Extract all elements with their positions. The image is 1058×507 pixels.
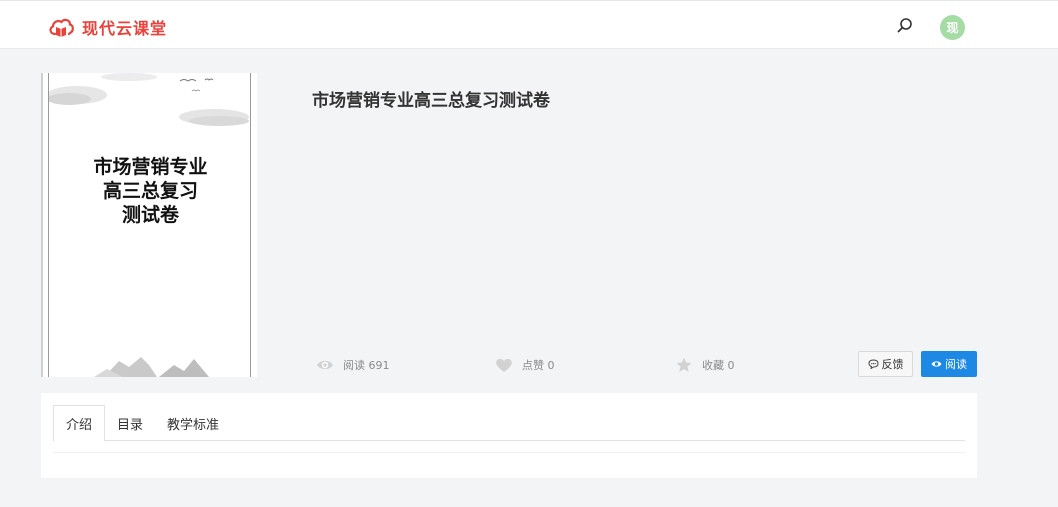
- cover-title-line: 市场营销专业: [93, 156, 208, 178]
- document-title: 市场营销专业高三总复习测试卷: [312, 91, 550, 111]
- like-count[interactable]: 点赞 0: [495, 356, 555, 374]
- eye-icon: [317, 360, 333, 370]
- cover-page: 市场营销专业 高三总复习 测试卷: [48, 73, 251, 377]
- favorite-count[interactable]: 收藏 0: [675, 356, 735, 374]
- user-avatar[interactable]: 现: [940, 15, 965, 40]
- search-button[interactable]: [896, 17, 914, 35]
- search-icon: [897, 18, 912, 33]
- tab-table-of-contents[interactable]: 目录: [105, 405, 155, 441]
- comment-icon: [867, 359, 879, 369]
- tab-bar: 介绍 目录 教学标准: [53, 405, 965, 442]
- heart-icon: [496, 358, 512, 372]
- feedback-button[interactable]: 反馈: [858, 351, 913, 377]
- eye-icon: [931, 361, 942, 367]
- site-logo[interactable]: 现代云课堂: [48, 15, 167, 39]
- tab-teaching-standards[interactable]: 教学标准: [155, 405, 231, 441]
- read-count: 阅读 691: [316, 356, 390, 374]
- favorite-count-label: 收藏 0: [702, 359, 735, 372]
- cloud-book-icon: [49, 18, 74, 37]
- cover-title: 市场营销专业 高三总复习 测试卷: [49, 155, 250, 227]
- detail-tabs-panel: 介绍 目录 教学标准: [41, 393, 977, 478]
- cover-title-line: 高三总复习: [102, 180, 198, 202]
- star-icon: [676, 357, 692, 372]
- tab-content-divider: [53, 452, 965, 453]
- read-button-label: 阅读: [945, 358, 967, 371]
- read-count-label: 阅读 691: [343, 359, 390, 372]
- document-cover[interactable]: 市场营销专业 高三总复习 测试卷: [41, 73, 257, 377]
- cover-title-line: 测试卷: [121, 204, 179, 226]
- brand-name: 现代云课堂: [82, 19, 168, 38]
- top-navigation-bar: 现代云课堂 现: [0, 0, 1058, 49]
- tab-introduction[interactable]: 介绍: [53, 405, 106, 442]
- like-count-label: 点赞 0: [522, 359, 555, 372]
- feedback-button-label: 反馈: [881, 358, 904, 371]
- read-button[interactable]: 阅读: [921, 351, 977, 377]
